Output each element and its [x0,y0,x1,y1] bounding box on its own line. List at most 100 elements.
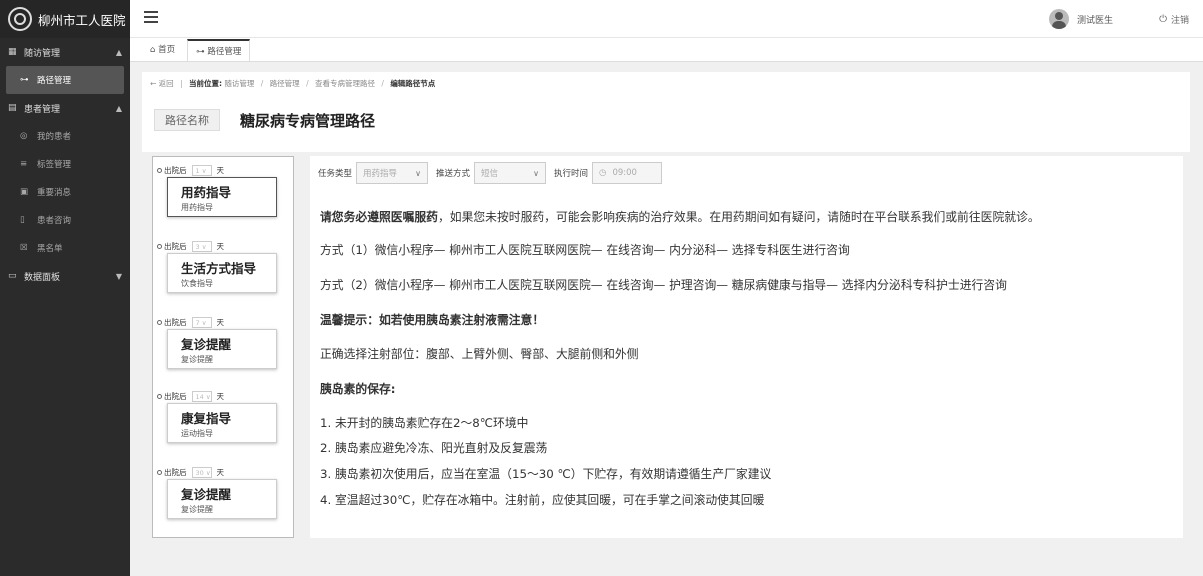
push-method-value: 短信 [481,169,499,179]
day-unit: 天 [216,166,225,175]
card-subtitle: 运动指导 [181,429,213,438]
way-1: 方式（1）微信小程序— 柳州市工人医院互联网医院— 在线咨询— 内分泌科— 选择… [320,243,850,257]
chevron-down-icon: ▼ [115,271,122,281]
menu-toggle-icon[interactable] [144,11,158,25]
path-name-label: 路径名称 [154,109,220,131]
day-select[interactable]: 7 ∨ [191,317,212,328]
task-type-value: 用药指导 [363,169,398,179]
logout-label: 注销 [1170,16,1189,26]
timeline-node-header: 出院后 14 ∨ 天 [157,391,224,402]
card-subtitle: 用药指导 [181,203,213,212]
header: 测试医生 ⏻ 注销 [130,0,1203,38]
timeline-panel: 出院后 1 ∨ 天 用药指导 用药指导 出院后 3 ∨ 天 生活方式指导 饮食指… [152,156,294,538]
storage-item: 2. 胰岛素应避免冷冻、阳光直射及反复震荡 [320,441,548,455]
app-title: 柳州市工人医院 [38,12,126,28]
list-icon: ▤ [8,103,17,113]
timeline-dot-icon [157,168,162,173]
day-select[interactable]: 14 ∨ [191,391,212,402]
breadcrumb-item[interactable]: 查看专病管理路径 [315,79,375,88]
way-2: 方式（2）微信小程序— 柳州市工人医院互联网医院— 在线咨询— 护理咨询— 糖尿… [320,278,1007,292]
timeline-card[interactable]: 用药指导 用药指导 [167,177,277,217]
timeline-card[interactable]: 复诊提醒 复诊提醒 [167,479,277,519]
grid-icon: ▦ [8,47,17,57]
sidebar-item-label: 我的患者 [37,132,72,142]
logout-icon: ⏻ [1159,14,1167,25]
sidebar-group-followup[interactable]: ▦ 随访管理 ▲ [0,38,130,66]
card-title: 用药指导 [181,185,232,200]
tab-label: 路径管理 [207,47,242,57]
detail-panel: 任务类型 用药指导 ∨ 推送方式 短信 ∨ 执行时间 ◷ 09:00 请您务必遵… [310,156,1183,538]
sidebar-item-my-patients[interactable]: ◎ 我的患者 [0,122,130,150]
task-toolbar: 任务类型 用药指导 ∨ 推送方式 短信 ∨ 执行时间 ◷ 09:00 [318,162,670,184]
timeline-node-header: 出院后 30 ∨ 天 [157,467,224,478]
clock-icon: ◷ [599,168,607,178]
timeline-card[interactable]: 复诊提醒 复诊提醒 [167,329,277,369]
day-prefix: 出院后 [164,166,187,175]
card-subtitle: 复诊提醒 [181,355,213,364]
sidebar-item-tags[interactable]: ≡ 标签管理 [0,150,130,178]
timeline-node-header: 出院后 3 ∨ 天 [157,241,224,252]
tab-path-management[interactable]: ⊶ 路径管理 [187,39,251,61]
day-prefix: 出院后 [164,392,187,401]
card-title: 生活方式指导 [181,261,257,276]
chevron-up-icon: ▲ [115,103,122,113]
consult-icon: ▯ [20,215,25,225]
main: ← 返回 | 当前位置: 随访管理 / 路径管理 / 查看专病管理路径 / 编辑… [130,62,1203,576]
sidebar: 柳州市工人医院 ▦ 随访管理 ▲ ⊶ 路径管理 ▤ 患者管理 ▲ ◎ 我的患者 … [0,0,130,576]
brand: 柳州市工人医院 [0,0,130,38]
sidebar-item-path-management[interactable]: ⊶ 路径管理 [6,66,124,94]
hospital-logo-icon [8,7,32,31]
exec-time-value: 09:00 [612,168,637,178]
chevron-down-icon: ∨ [533,168,540,178]
timeline-card[interactable]: 康复指导 运动指导 [167,403,277,443]
card-title: 复诊提醒 [181,337,232,352]
task-type-select[interactable]: 用药指导 ∨ [356,162,429,184]
back-link[interactable]: ← 返回 [150,79,174,88]
sidebar-item-label: 重要消息 [37,188,72,198]
exec-time-input[interactable]: ◷ 09:00 [592,162,663,184]
paragraph-medication: 请您务必遵照医嘱服药，如果您未按时服药，可能会影响疾病的治疗效果。在用药期间如有… [320,208,1040,225]
timeline-dot-icon [157,394,162,399]
avatar [1048,9,1069,29]
user-menu[interactable]: 测试医生 [1048,9,1113,29]
storage-item: 1. 未开封的胰岛素贮存在2～8℃环境中 [320,416,529,430]
paragraph-text: ，如果您未按时服药，可能会影响疾病的治疗效果。在用药期间如有疑问，请随时在平台联… [437,210,1040,224]
sidebar-item-consult[interactable]: ▯ 患者咨询 [0,206,130,234]
breadcrumb-item[interactable]: 随访管理 [224,79,254,88]
sidebar-group-label: 随访管理 [24,48,61,59]
exec-time-label: 执行时间 [554,169,589,179]
logout-button[interactable]: ⏻ 注销 [1159,13,1189,26]
home-icon: ⌂ [150,45,156,55]
storage-item: 4. 室温超过30℃，贮存在冰箱中。注射前，应使其回暖，可在手掌之间滚动使其回暖 [320,493,765,507]
sidebar-item-label: 黑名单 [37,244,63,254]
tab-home[interactable]: ⌂ 首页 [142,39,183,61]
day-select[interactable]: 1 ∨ [191,165,212,176]
chevron-down-icon: ∨ [415,168,422,178]
push-method-label: 推送方式 [436,169,471,179]
day-unit: 天 [216,468,225,477]
breadcrumb: ← 返回 | 当前位置: 随访管理 / 路径管理 / 查看专病管理路径 / 编辑… [150,79,436,88]
card-subtitle: 饮食指导 [181,279,213,288]
sidebar-group-dashboard[interactable]: ▭ 数据面板 ▼ [0,262,130,290]
day-prefix: 出院后 [164,468,187,477]
timeline-card[interactable]: 生活方式指导 饮食指导 [167,253,277,293]
timeline-dot-icon [157,244,162,249]
day-select[interactable]: 30 ∨ [191,467,212,478]
sidebar-group-patients[interactable]: ▤ 患者管理 ▲ [0,94,130,122]
day-select[interactable]: 3 ∨ [191,241,212,252]
sidebar-group-label: 数据面板 [24,272,61,283]
push-method-select[interactable]: 短信 ∨ [474,162,547,184]
timeline-node-header: 出院后 1 ∨ 天 [157,165,224,176]
storage-title: 胰岛素的保存: [320,382,396,396]
tab-bar: ⌂ 首页 ⊶ 路径管理 [130,38,1203,62]
sidebar-item-blacklist[interactable]: ☒ 黑名单 [0,234,130,262]
sidebar-item-messages[interactable]: ▣ 重要消息 [0,178,130,206]
task-type-label: 任务类型 [318,169,353,179]
breadcrumb-item[interactable]: 路径管理 [270,79,300,88]
header-card: ← 返回 | 当前位置: 随访管理 / 路径管理 / 查看专病管理路径 / 编辑… [142,72,1190,152]
card-title: 复诊提醒 [181,487,232,502]
sidebar-item-label: 患者咨询 [37,216,72,226]
card-subtitle: 复诊提醒 [181,505,213,514]
breadcrumb-current-label: 当前位置: [188,79,222,88]
paragraph-bold: 请您务必遵照医嘱服药 [320,210,438,224]
